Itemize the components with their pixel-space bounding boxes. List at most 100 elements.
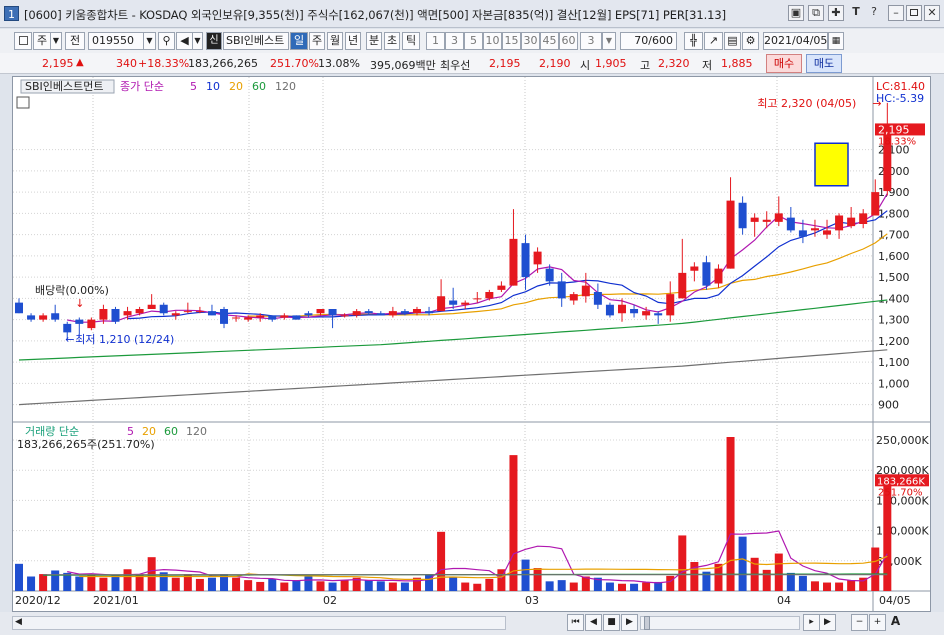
volume-bar	[316, 581, 325, 591]
search-icon[interactable]: ⚲	[158, 32, 175, 50]
candle-body	[750, 217, 759, 222]
line-tool-icon[interactable]: ↗	[704, 32, 723, 50]
candle-body	[364, 311, 373, 314]
period-minute[interactable]: 분	[366, 32, 382, 50]
candle-body	[220, 309, 229, 324]
interval-45[interactable]: 45	[540, 32, 559, 50]
scroll-next-icon[interactable]: ▶	[621, 614, 638, 631]
candle-body	[810, 228, 819, 231]
maximize-button[interactable]	[906, 5, 922, 21]
x-axis-tick: 03	[525, 594, 539, 607]
zoom-slider[interactable]	[640, 616, 800, 630]
low-price: 1,885	[721, 57, 753, 70]
calendar-icon[interactable]: ▦	[828, 32, 844, 50]
minimize-button[interactable]: –	[888, 5, 904, 21]
market-mode-select[interactable]: 주	[33, 32, 51, 50]
period-yearly[interactable]: 년	[345, 32, 361, 50]
best-quote-label: 최우선	[440, 59, 471, 72]
chart-area[interactable]: 2,100 2,000 1,900 1,800 1,700 1,600 1,500 1,400…	[12, 76, 931, 612]
interval-select[interactable]: 3	[580, 32, 602, 50]
scroll-end-icon[interactable]: ▸	[803, 614, 820, 631]
candle-body	[328, 309, 337, 316]
chart-svg[interactable]: 2,1002,0001,9001,8001,7001,6001,5001,400…	[13, 77, 930, 611]
interval-5[interactable]: 5	[464, 32, 483, 50]
volume-bar	[533, 568, 542, 591]
interval-10[interactable]: 10	[483, 32, 502, 50]
chevron-down-icon[interactable]: ▼	[602, 32, 616, 50]
chevron-down-icon[interactable]: ▼	[192, 32, 203, 50]
chart-stock-title: SBI인베스트먼트	[25, 80, 104, 93]
stock-code-input[interactable]: 019550	[88, 32, 144, 50]
scroll-right-icon[interactable]: ▶	[819, 614, 836, 631]
close-button[interactable]: ✕	[924, 5, 940, 21]
window-cross-icon[interactable]: ✚	[828, 5, 844, 21]
period-second[interactable]: 초	[384, 32, 400, 50]
period-monthly[interactable]: 월	[327, 32, 343, 50]
period-daily[interactable]: 일	[290, 32, 308, 50]
volume-bar	[304, 576, 313, 591]
interval-3[interactable]: 3	[445, 32, 464, 50]
zoom-in-icon[interactable]: −	[851, 614, 868, 631]
period-weekly[interactable]: 주	[309, 32, 325, 50]
buy-button[interactable]: 매수	[766, 54, 802, 73]
volume-bar	[678, 535, 687, 591]
scroll-prev-icon[interactable]: ◀	[585, 614, 602, 631]
volume-bar	[207, 577, 216, 591]
x-axis-tick: 04	[777, 594, 791, 607]
volume-bar	[99, 577, 108, 591]
candle-body	[195, 311, 204, 313]
volume-bar	[280, 582, 289, 591]
settings-gear-icon[interactable]: ⚙	[742, 32, 759, 50]
chevron-down-icon[interactable]: ▼	[143, 32, 156, 50]
date-input[interactable]: 2021/04/05	[763, 32, 828, 50]
period-tick[interactable]: 틱	[402, 32, 420, 50]
candle-body	[702, 262, 711, 286]
zoom-out-icon[interactable]: +	[869, 614, 886, 631]
x-axis-tick: 2021/01	[93, 594, 139, 607]
scroll-first-icon[interactable]: ⏮	[567, 614, 584, 631]
interval-60[interactable]: 60	[559, 32, 578, 50]
candle-body	[593, 292, 602, 305]
speaker-icon[interactable]: ◀	[176, 32, 193, 50]
price-axis-tick: 1,700	[878, 229, 910, 242]
candle-tool-icon[interactable]: ╬	[684, 32, 703, 50]
candle-body	[726, 200, 735, 269]
volume-bar	[810, 581, 819, 591]
candle-body	[232, 317, 241, 319]
interval-1[interactable]: 1	[426, 32, 445, 50]
candle-body	[557, 281, 566, 299]
chevron-down-icon[interactable]: ▼	[50, 32, 62, 50]
volume-bar	[449, 576, 458, 591]
volume-bar	[690, 562, 699, 591]
volume-bar	[642, 582, 651, 591]
data-count-input[interactable]: 70/600	[620, 32, 677, 50]
window-pin-icon[interactable]: ▣	[788, 5, 804, 21]
candle-body	[280, 315, 289, 318]
help-icon[interactable]: ?	[866, 5, 882, 21]
volume-value: 183,266,265주(251.70%)	[17, 438, 155, 451]
save-icon[interactable]: ▤	[724, 32, 741, 50]
volume-bar	[87, 574, 96, 591]
horizontal-scrollbar[interactable]: ◀	[12, 616, 506, 630]
dividend-arrow-icon: ↓	[75, 297, 84, 310]
candle-body	[678, 272, 687, 299]
candle-body	[774, 213, 783, 222]
volume-marker-value: 183,266K	[877, 476, 925, 487]
volume-bar	[268, 578, 277, 591]
ask-price: 2,195	[489, 57, 521, 70]
auto-scale-icon[interactable]: A	[887, 614, 904, 631]
chart-menu-icon[interactable]	[14, 32, 32, 50]
window-copy-icon[interactable]: ⧉	[808, 5, 824, 21]
title-bar: 1 [0600] 키움종합차트 - KOSDAQ 외국인보유[9,355(천)]…	[0, 0, 944, 28]
volume-bar	[232, 577, 241, 591]
hc-value: HC:-5.39	[876, 92, 924, 105]
sell-button[interactable]: 매도	[806, 54, 842, 73]
candle-body	[437, 296, 446, 312]
window-text-icon[interactable]: T	[848, 5, 864, 21]
interval-30[interactable]: 30	[521, 32, 540, 50]
candle-body	[509, 238, 518, 286]
prev-button[interactable]: 전	[65, 32, 85, 50]
vol-ma-legend-20: 20	[142, 425, 156, 438]
interval-15[interactable]: 15	[502, 32, 521, 50]
stop-icon[interactable]: ■	[603, 614, 620, 631]
